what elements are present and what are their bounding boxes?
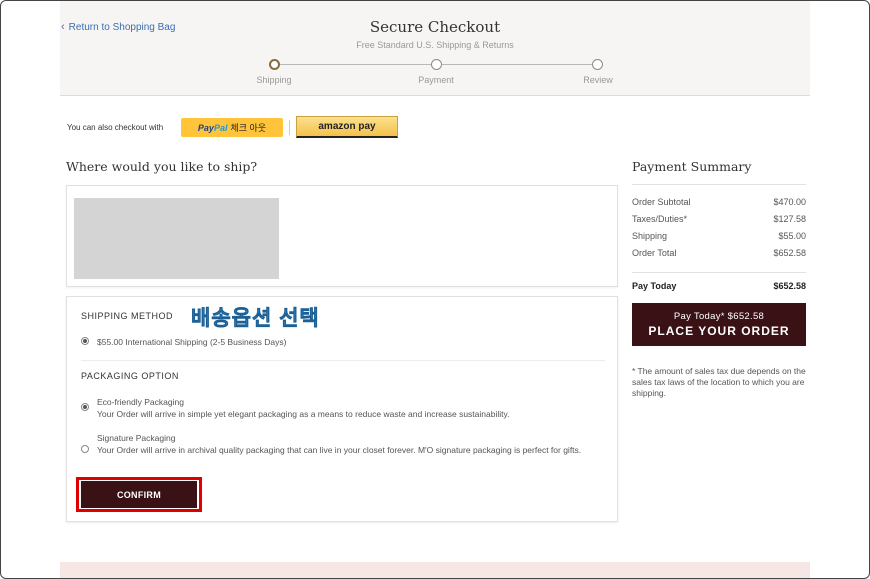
tax-disclaimer: * The amount of sales tax due depends on… <box>632 366 806 398</box>
paypal-logo: PayPal <box>198 123 228 133</box>
shipping-method-radio[interactable] <box>81 337 89 345</box>
paypal-logo-pal: Pal <box>213 122 228 133</box>
summary-label: Taxes/Duties* <box>632 214 688 224</box>
place-order-label: PLACE YOUR ORDER <box>648 324 790 338</box>
step-shipping-dot <box>269 59 280 70</box>
pay-today-label: Pay Today <box>632 281 677 291</box>
pay-today-value: $652.58 <box>773 281 806 291</box>
eco-packaging-desc: Your Order will arrive in simple yet ele… <box>97 409 510 419</box>
summary-row-shipping: Shipping $55.00 <box>632 231 806 241</box>
summary-row-pay-today: Pay Today $652.58 <box>632 281 806 291</box>
address-image-placeholder <box>74 198 279 279</box>
shipping-option-annotation: 배송옵션 선택 <box>191 307 320 331</box>
summary-row-total: Order Total $652.58 <box>632 248 806 258</box>
page-title: Secure Checkout <box>369 18 501 36</box>
step-review-dot <box>592 59 603 70</box>
summary-value: $55.00 <box>778 231 806 241</box>
paypal-checkout-button[interactable]: PayPal 체크 아웃 <box>181 118 283 137</box>
progress-line <box>442 64 592 65</box>
step-payment-label: Payment <box>418 75 454 85</box>
eco-packaging-title[interactable]: Eco-friendly Packaging <box>97 396 184 408</box>
confirm-button[interactable]: CONFIRM <box>81 481 197 508</box>
signature-packaging-radio[interactable] <box>81 445 89 453</box>
footer-band <box>60 562 810 579</box>
step-review-label: Review <box>583 75 613 85</box>
summary-divider <box>632 272 806 273</box>
place-order-amount: Pay Today* $652.58 <box>673 311 765 322</box>
summary-divider <box>632 184 806 185</box>
divider <box>289 120 290 135</box>
shipping-heading: Where would you like to ship? <box>66 159 258 174</box>
summary-row-taxes: Taxes/Duties* $127.58 <box>632 214 806 224</box>
step-shipping-label: Shipping <box>256 75 292 85</box>
packaging-option-heading: PACKAGING OPTION <box>81 371 179 381</box>
section-divider <box>81 360 605 361</box>
signature-packaging-title[interactable]: Signature Packaging <box>97 432 175 444</box>
progress-line <box>280 64 431 65</box>
place-order-button[interactable]: Pay Today* $652.58 PLACE YOUR ORDER <box>632 303 806 346</box>
eco-packaging-radio[interactable] <box>81 403 89 411</box>
paypal-logo-pay: Pay <box>197 122 214 133</box>
amazon-pay-label: amazon pay <box>318 121 376 132</box>
summary-label: Shipping <box>632 231 668 241</box>
summary-value: $470.00 <box>773 197 806 207</box>
summary-label: Order Total <box>632 248 677 258</box>
summary-label: Order Subtotal <box>632 197 691 207</box>
shipping-method-heading: SHIPPING METHOD <box>81 311 174 321</box>
signature-packaging-desc: Your Order will arrive in archival quali… <box>97 445 582 455</box>
step-payment-dot <box>431 59 442 70</box>
payment-summary-title: Payment Summary <box>632 159 752 174</box>
page-subtitle: Free Standard U.S. Shipping & Returns <box>356 40 514 50</box>
shipping-method-option[interactable]: $55.00 International Shipping (2-5 Busin… <box>97 336 286 348</box>
summary-value: $127.58 <box>773 214 806 224</box>
amazon-pay-button[interactable]: amazon pay <box>296 116 398 138</box>
alt-checkout-label: You can also checkout with <box>67 123 164 132</box>
summary-row-subtotal: Order Subtotal $470.00 <box>632 197 806 207</box>
paypal-checkout-label: 체크 아웃 <box>230 123 267 133</box>
summary-value: $652.58 <box>773 248 806 258</box>
